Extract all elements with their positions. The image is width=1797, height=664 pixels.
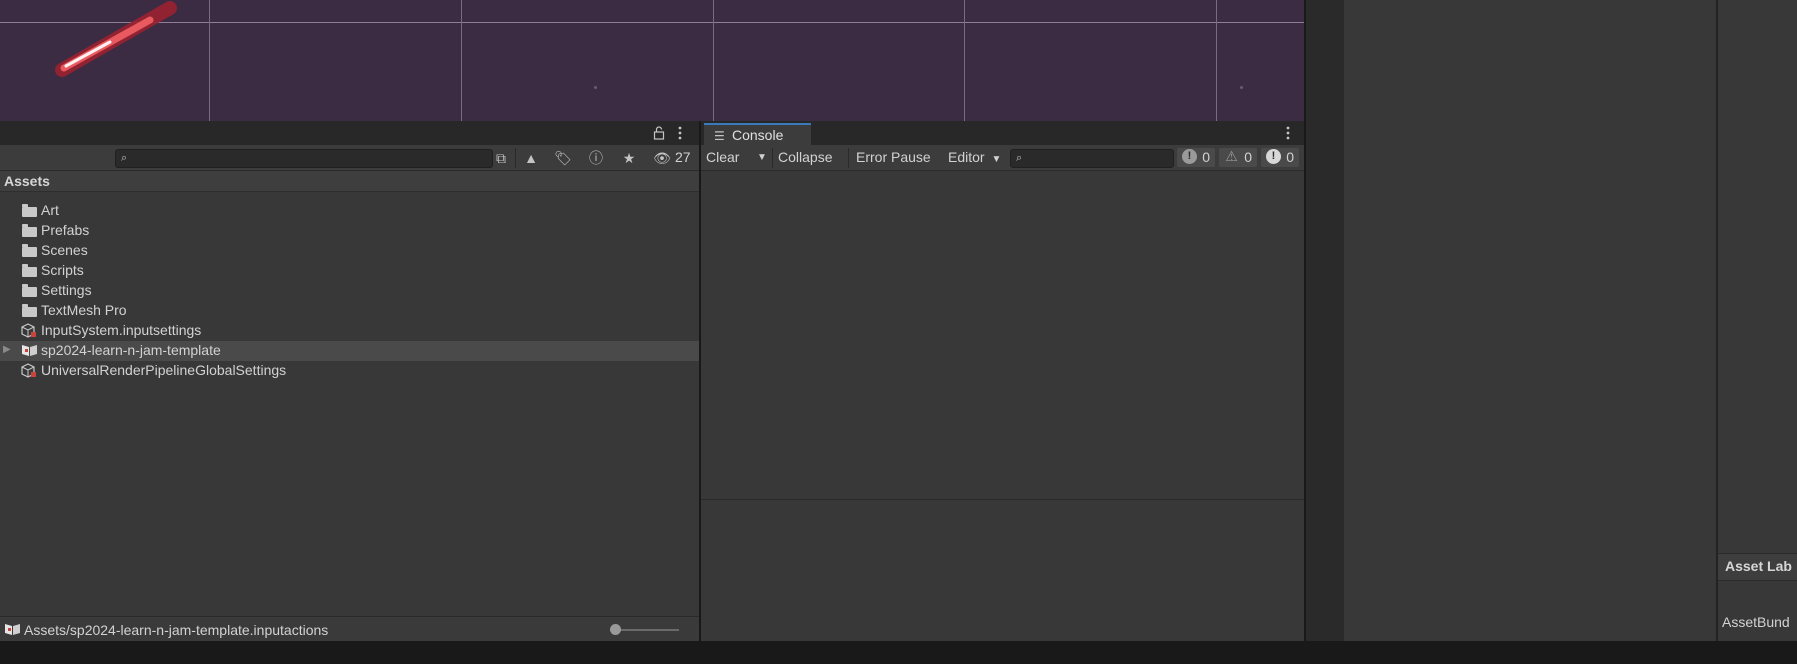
folder-icon [21,263,38,278]
list-item-label: InputSystem.inputsettings [41,322,202,338]
filter-by-log-type-icon[interactable]: ⓘ [586,149,606,167]
grid-line [1216,0,1217,121]
warning-count-toggle[interactable]: ⚠ 0 [1219,148,1257,167]
list-item[interactable]: UniversalRenderPipelineGlobalSettings [0,361,699,381]
project-footer: Assets/sp2024-learn-n-jam-template.input… [0,616,699,642]
input-actions-icon [21,343,38,358]
info-icon: ! [1182,149,1197,164]
error-icon: ! [1266,149,1281,164]
favorites-star-icon[interactable]: ★ [619,149,639,167]
list-item[interactable]: Art [0,201,699,221]
grid-line [713,0,714,121]
project-search-input[interactable]: ⌕ [115,149,493,168]
folder-icon [21,243,38,258]
settings-asset-icon [21,363,38,378]
asset-labels-panel: Asset Lab AssetBund [1718,0,1797,641]
hidden-packages-count: 27 [675,149,691,165]
clear-options-dropdown-icon[interactable]: ▼ [753,148,771,167]
asset-bundle-label: AssetBund [1722,614,1790,630]
list-item[interactable]: InputSystem.inputsettings [0,321,699,341]
project-toolbar: ⌕ ⧉ ▲ 🏷 ⓘ ★ 👁 27 [0,145,699,171]
list-item[interactable]: Scenes [0,241,699,261]
assets-breadcrumb[interactable]: Assets [0,171,699,192]
folder-icon [21,303,38,318]
side-strip [1306,0,1344,641]
grid-line [209,0,210,121]
list-item-label: sp2024-learn-n-jam-template [41,342,221,358]
list-item-label: Art [41,202,59,218]
status-bar [0,641,1797,664]
filter-by-label-icon[interactable]: 🏷 [553,149,573,167]
search-icon: ⌕ [1016,152,1023,164]
list-item-label: UniversalRenderPipelineGlobalSettings [41,362,287,378]
folder-icon [21,283,38,298]
console-toolbar: Clear ▼ Collapse Error Pause Editor ▼ ⌕ … [701,145,1304,171]
grid-marker [594,86,597,89]
list-item[interactable]: Prefabs [0,221,699,241]
error-pause-button[interactable]: Error Pause [856,148,931,167]
editor-target-dropdown[interactable]: Editor ▼ [948,148,1001,167]
list-item-label: Scenes [41,242,88,258]
search-by-type-popout-icon[interactable]: ⧉ [491,149,511,167]
asset-labels-header-label: Asset Lab [1725,558,1792,574]
sprite-object[interactable] [40,0,180,90]
list-item-label: Settings [41,282,92,298]
inspector-panel [1344,0,1716,641]
console-search-input[interactable]: ⌕ [1010,149,1174,168]
search-icon: ⌕ [121,152,128,164]
log-count-toggle[interactable]: ! 0 [1177,148,1215,167]
hidden-packages-eye-icon[interactable]: 👁 [652,149,672,167]
list-item-label: Scripts [41,262,84,278]
error-count: 0 [1286,149,1294,165]
more-options-icon[interactable] [677,126,683,140]
list-item-selected[interactable]: ▶ sp2024-learn-n-jam-template [0,341,699,361]
more-options-icon[interactable] [1285,126,1291,140]
console-panel-header: ☰ Console [701,121,1304,145]
error-count-toggle[interactable]: ! 0 [1261,148,1299,167]
icon-size-slider[interactable] [617,629,679,631]
project-panel: ⌕ ⧉ ▲ 🏷 ⓘ ★ 👁 27 Assets Art Prefabs Scen… [0,121,699,642]
expand-arrow-icon[interactable]: ▶ [3,344,11,355]
filter-by-type-icon[interactable]: ▲ [521,149,541,167]
project-panel-header [0,121,699,145]
list-item-label: TextMesh Pro [41,302,127,318]
assets-breadcrumb-label: Assets [4,173,50,189]
list-item[interactable]: Scripts [0,261,699,281]
console-log-list[interactable] [701,171,1304,499]
icon-size-slider-handle[interactable] [610,624,621,635]
collapse-button[interactable]: Collapse [778,148,832,167]
console-detail-area[interactable] [701,500,1304,641]
list-item[interactable]: Settings [0,281,699,301]
grid-marker [1240,86,1243,89]
log-count: 0 [1202,149,1210,165]
selected-asset-path: Assets/sp2024-learn-n-jam-template.input… [24,622,329,638]
toolbar-divider [772,148,773,168]
warning-count: 0 [1244,149,1252,165]
folder-icon [21,203,38,218]
list-item[interactable]: TextMesh Pro [0,301,699,321]
grid-line [0,22,1304,23]
settings-asset-icon [21,323,38,338]
editor-target-label: Editor [948,149,985,165]
tab-console-label: Console [732,127,784,143]
warning-icon: ⚠ [1225,148,1238,164]
toolbar-divider [848,148,849,168]
input-actions-icon [4,622,22,642]
tab-console[interactable]: ☰ Console [704,123,811,145]
grid-line [461,0,462,121]
grid-line [964,0,965,121]
console-list-icon: ☰ [714,129,725,143]
asset-labels-header[interactable]: Asset Lab [1718,553,1797,581]
list-item-label: Prefabs [41,222,90,238]
chevron-down-icon: ▼ [991,154,1002,165]
console-panel: ☰ Console Clear ▼ Collapse Error Pause E… [701,121,1304,641]
scene-view[interactable] [0,0,1304,121]
lock-icon[interactable] [653,126,665,140]
toolbar-divider [515,148,516,168]
clear-button[interactable]: Clear [706,148,739,167]
folder-icon [21,223,38,238]
